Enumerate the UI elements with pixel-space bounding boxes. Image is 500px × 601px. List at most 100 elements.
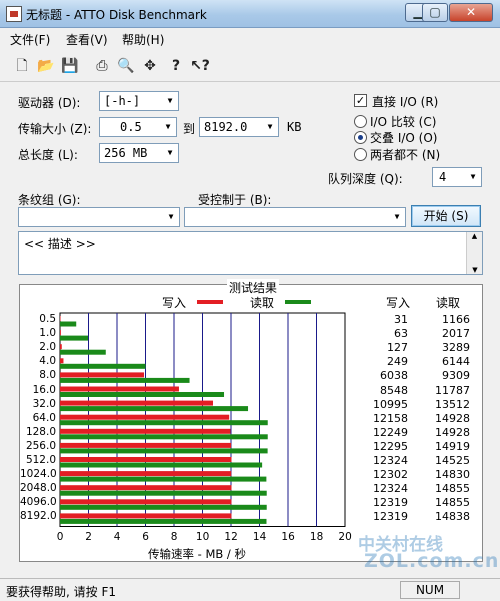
- title-bar[interactable]: 无标题 - ATTO Disk Benchmark ▁ ▢ ✕: [0, 0, 500, 28]
- x-tick-label: 16: [281, 530, 295, 543]
- x-axis-title: 传输速率 - MB / 秒: [148, 547, 246, 561]
- drive-select[interactable]: [-h-] ▼: [99, 91, 179, 111]
- transfer-size-tick: 128.0: [25, 425, 56, 438]
- write-bar: [60, 330, 61, 336]
- menu-help[interactable]: 帮助(H): [122, 31, 164, 48]
- transfer-size-tick: 8.0: [39, 369, 56, 382]
- results-panel: 测试结果 写入 读取 写入 读取 传输速率 - MB / 秒 0.5 31 1166…: [19, 279, 483, 562]
- x-tick-label: 8: [170, 530, 178, 543]
- menu-view[interactable]: 查看(V): [66, 31, 108, 48]
- write-value: 12158: [373, 411, 408, 425]
- drive-value: [-h-]: [104, 94, 141, 108]
- io-overlap-radio[interactable]: [354, 131, 367, 144]
- transfer-to-value: 8192.0: [204, 120, 248, 134]
- description-box[interactable]: << 描述 >> ▲ ▼: [18, 231, 483, 275]
- queue-depth-select[interactable]: 4 ▼: [432, 167, 482, 187]
- neither-radio[interactable]: [354, 148, 367, 161]
- write-value: 8548: [380, 383, 408, 397]
- direct-io-checkbox[interactable]: ✓: [354, 94, 367, 107]
- app-icon: [6, 6, 22, 22]
- read-value: 14525: [435, 454, 470, 467]
- close-button[interactable]: ✕: [449, 3, 493, 22]
- transfer-size-tick: 2.0: [39, 341, 56, 354]
- transfer-size-tick: 64.0: [32, 411, 56, 424]
- transfer-size-tick: 16.0: [32, 383, 56, 396]
- transfer-from-value: 0.5: [120, 120, 142, 134]
- queue-depth-value: 4: [439, 170, 447, 184]
- write-bar: [60, 428, 231, 434]
- write-value: 6038: [380, 369, 408, 383]
- window-title: 无标题 - ATTO Disk Benchmark: [26, 8, 207, 22]
- read-bar: [60, 406, 249, 412]
- transfer-from-select[interactable]: 0.5 ▼: [99, 117, 177, 137]
- read-bar: [60, 462, 263, 468]
- write-bar: [60, 499, 232, 505]
- to-label: 到: [183, 122, 196, 136]
- write-value: 31: [394, 313, 408, 326]
- read-bar: [60, 420, 268, 426]
- transfer-size-tick: 0.5: [39, 313, 56, 325]
- write-bar: [60, 471, 232, 477]
- kb-label: KB: [287, 120, 302, 134]
- total-length-value: 256 MB: [104, 146, 148, 160]
- write-value: 12324: [373, 454, 408, 467]
- menu-bar: 文件(F) 查看(V) 帮助(H): [0, 28, 500, 50]
- read-bar: [60, 363, 146, 369]
- print-icon[interactable]: ⎙: [92, 56, 112, 76]
- maximize-icon: ▢: [429, 5, 441, 19]
- x-tick-label: 6: [142, 530, 149, 543]
- read-bar: [60, 490, 267, 496]
- controlled-by-select[interactable]: ▼: [184, 207, 406, 227]
- context-help-icon[interactable]: ↖?: [190, 56, 210, 76]
- read-value: 3289: [442, 341, 470, 355]
- x-tick-label: 0: [56, 530, 64, 543]
- toolbar: 🗋 📂 💾 ⎙ 🔍 ✥ ? ↖?: [0, 50, 500, 82]
- read-value: 1166: [442, 313, 470, 326]
- write-bar: [60, 414, 230, 420]
- write-bar: [60, 485, 232, 491]
- transfer-to-select[interactable]: 8192.0 ▼: [199, 117, 279, 137]
- write-value: 249: [387, 355, 408, 369]
- transfer-size-tick: 32.0: [32, 397, 56, 410]
- write-bar: [60, 386, 179, 392]
- controlled-by-label: 受控制于 (B):: [198, 193, 272, 207]
- transfer-size-tick: 8192.0: [20, 510, 57, 523]
- chevron-down-icon: ▼: [167, 148, 173, 157]
- scroll-up-icon[interactable]: ▲: [467, 232, 482, 240]
- x-tick-label: 18: [309, 530, 324, 543]
- help-icon[interactable]: ?: [166, 56, 186, 76]
- status-help-text: 要获得帮助, 请按 F1: [6, 585, 116, 599]
- move-icon[interactable]: ✥: [140, 56, 160, 76]
- scroll-down-icon[interactable]: ▼: [467, 266, 483, 274]
- read-value: 11787: [435, 383, 470, 397]
- total-length-label: 总长度 (L):: [18, 148, 78, 162]
- transfer-size-tick: 512.0: [25, 454, 56, 466]
- read-bar: [60, 349, 106, 355]
- io-compare-radio[interactable]: [354, 115, 367, 128]
- description-text: << 描述 >>: [24, 237, 96, 251]
- write-value: 12319: [373, 510, 408, 524]
- write-value: 12302: [373, 468, 408, 482]
- chevron-down-icon: ▼: [165, 122, 171, 131]
- menu-file[interactable]: 文件(F): [10, 31, 50, 48]
- status-bar: 要获得帮助, 请按 F1 NUM: [0, 578, 500, 601]
- close-icon: ✕: [465, 5, 477, 19]
- transfer-size-tick: 2048.0: [20, 482, 57, 495]
- chevron-down-icon: ▼: [394, 212, 400, 221]
- stripe-group-select[interactable]: ▼: [18, 207, 180, 227]
- maximize-button[interactable]: ▢: [422, 3, 448, 22]
- print-preview-icon[interactable]: 🔍: [116, 56, 136, 76]
- start-button[interactable]: 开始 (S): [411, 205, 481, 227]
- neither-label: 两者都不 (N): [370, 148, 441, 162]
- total-length-select[interactable]: 256 MB ▼: [99, 143, 179, 163]
- new-icon[interactable]: 🗋: [12, 56, 32, 76]
- chevron-down-icon: ▼: [168, 212, 174, 221]
- write-bar: [60, 372, 145, 378]
- write-value: 63: [394, 327, 408, 341]
- save-icon[interactable]: 💾: [60, 56, 80, 76]
- read-bar: [60, 392, 225, 397]
- open-icon[interactable]: 📂: [36, 56, 56, 76]
- write-value: 12324: [373, 482, 408, 496]
- x-tick-label: 14: [252, 530, 267, 543]
- description-scrollbar[interactable]: ▲ ▼: [466, 232, 482, 274]
